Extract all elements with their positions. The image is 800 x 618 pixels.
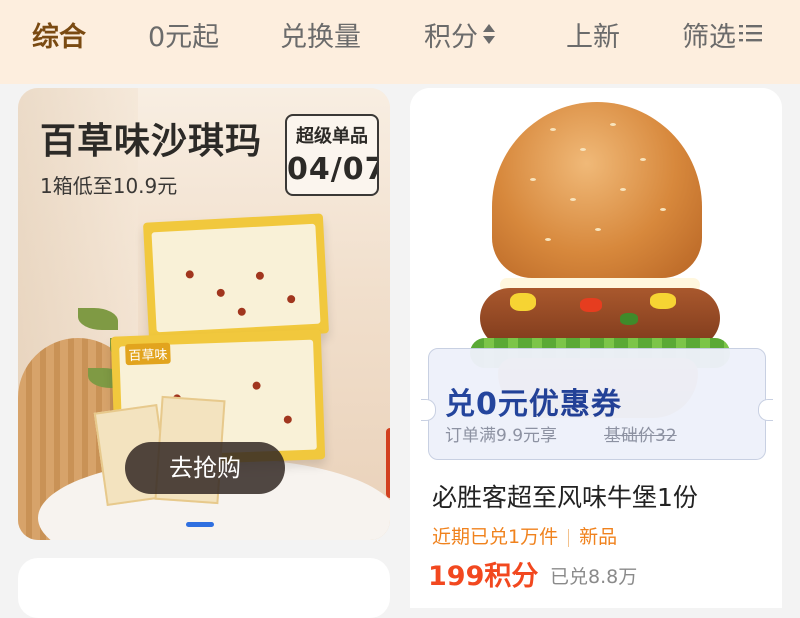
juice-glass-image	[386, 428, 390, 498]
coupon-condition: 订单满9.9元享	[445, 426, 558, 446]
carousel-indicator	[186, 522, 214, 527]
banner-title: 百草味沙琪玛	[40, 121, 263, 162]
tab-filter[interactable]: 筛选	[682, 18, 764, 58]
tab-exchange-volume[interactable]: 兑换量	[280, 18, 361, 58]
burger-bun-top	[492, 102, 702, 278]
tab-label: 0元起	[148, 22, 220, 53]
burger-image: 兑0元优惠券 订单满9.9元享 基础价32	[410, 88, 782, 460]
coupon-title: 兑0元优惠券	[445, 387, 622, 422]
next-product-card[interactable]	[18, 558, 390, 618]
tag-new: 新品	[579, 526, 618, 548]
price-points: 199积分	[428, 561, 539, 592]
product-box-image	[142, 213, 330, 343]
tab-label: 综合	[32, 22, 86, 53]
product-card-burger[interactable]: 兑0元优惠券 订单满9.9元享 基础价32 必胜客超至风味牛堡1份 近期已兑1万…	[410, 88, 782, 608]
banner-subtitle: 1箱低至10.9元	[40, 174, 178, 198]
product-name: 必胜客超至风味牛堡1份	[432, 483, 698, 512]
tab-label: 上新	[566, 22, 620, 53]
tab-label: 筛选	[682, 22, 736, 53]
tab-label: 积分	[424, 22, 478, 53]
coupon-ticket: 兑0元优惠券 订单满9.9元享 基础价32	[421, 348, 773, 460]
coupon-base-price: 基础价32	[604, 426, 677, 446]
product-tags: 近期已兑1万件 新品	[432, 522, 617, 549]
date-badge: 超级单品 04/07	[285, 114, 379, 196]
tab-comprehensive[interactable]: 综合	[32, 18, 86, 58]
tab-label: 兑换量	[280, 22, 361, 53]
tab-zero-start[interactable]: 0元起	[148, 18, 219, 58]
filter-tab-bar: 综合 0元起 兑换量 积分 上新 筛选	[0, 0, 800, 84]
box-brand-logo: 百草味	[125, 342, 171, 366]
sort-icon	[482, 17, 496, 57]
tag-sales: 近期已兑1万件	[432, 526, 559, 548]
sold-count: 已兑8.8万	[550, 566, 638, 588]
filter-icon	[738, 17, 764, 57]
tab-points[interactable]: 积分	[424, 18, 496, 58]
grab-now-button[interactable]: 去抢购	[125, 442, 285, 494]
badge-label: 超级单品	[296, 126, 368, 147]
badge-date: 04/07	[287, 152, 379, 187]
tab-new-arrivals[interactable]: 上新	[566, 18, 620, 58]
tag-divider	[568, 528, 570, 547]
